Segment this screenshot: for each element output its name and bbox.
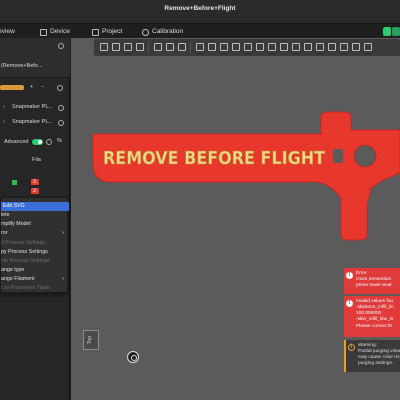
- device-icon: [40, 28, 47, 36]
- window-title: Remove+Before+Flight: [164, 5, 236, 12]
- error-icon: !: [346, 300, 353, 307]
- menu-item-label: ste Process Settings: [1, 258, 50, 264]
- view-cube-label: Top: [87, 335, 94, 345]
- gear-icon[interactable]: [57, 85, 63, 91]
- object-name[interactable]: (Remove+Befo...: [1, 63, 71, 69]
- menu-item-change-type[interactable]: ange type: [1, 266, 69, 275]
- menu-item-label: t as Parameter Table: [1, 285, 50, 291]
- remove-plate-button[interactable]: −: [41, 84, 49, 90]
- menu-item-label: ange type: [1, 267, 25, 273]
- tag-hole: [353, 144, 377, 168]
- menu-item-label: ror: [1, 230, 8, 236]
- menu-item-label: ange Filament: [1, 276, 35, 282]
- menu-item-change-filament[interactable]: ange Filament ›: [1, 275, 69, 284]
- warning-icon: !: [348, 344, 355, 351]
- tab-label: Calibration: [152, 28, 184, 35]
- submenu-arrow-icon: ›: [62, 276, 64, 282]
- menu-item-paste-process-settings[interactable]: ste Process Settings: [1, 257, 69, 266]
- error-icon: !: [346, 272, 353, 279]
- tag-slot: [333, 149, 343, 163]
- snapmaker-logo-icon: [127, 351, 139, 363]
- menu-item-edit-svg[interactable]: Edit SVG: [1, 202, 69, 211]
- menu-item-label: lete: [1, 212, 10, 218]
- gear-icon[interactable]: [58, 43, 64, 49]
- title-bar: Remove+Before+Flight: [0, 0, 400, 24]
- menu-item-add-process-settings[interactable]: d Process Settings: [1, 239, 69, 248]
- notification-line: purging settings.: [358, 361, 394, 366]
- tab-label: review: [0, 28, 15, 35]
- notification-warning-purging[interactable]: ! Warning: Partial purging volum may cau…: [344, 340, 400, 372]
- project-icon: [92, 28, 99, 36]
- notification-line: -skin_infill_line_w: [356, 317, 394, 322]
- main-tabs: review Device Project Calibration: [0, 26, 400, 38]
- chevron-right-icon: ›: [3, 119, 5, 125]
- model-body: [92, 111, 400, 241]
- slice-button[interactable]: [383, 27, 391, 36]
- chevron-right-icon: ›: [3, 104, 5, 110]
- plate-indicator: [12, 180, 17, 185]
- menu-item-label: mplify Model: [1, 221, 31, 227]
- menu-item-copy-process-settings[interactable]: py Process Settings: [1, 248, 69, 257]
- menu-item-export-parameter-table[interactable]: t as Parameter Table: [1, 284, 69, 293]
- tab-preview[interactable]: review: [0, 26, 15, 38]
- tab-device[interactable]: Device: [40, 26, 70, 38]
- notification-error-invalid-values[interactable]: ! Invalid values fou -skeleton_infill_li…: [344, 296, 400, 337]
- notification-line: Please correct th: [356, 324, 392, 329]
- filament-badge: [0, 85, 24, 90]
- printer-select-2[interactable]: Snapmaker PL...: [12, 119, 54, 125]
- notification-line: prime tower enal: [356, 283, 392, 288]
- advanced-label: Advanced: [4, 139, 29, 145]
- filament-column-header: Fila: [32, 157, 41, 163]
- calibration-icon: [142, 28, 149, 36]
- advanced-toggle[interactable]: [32, 139, 43, 145]
- view-cube[interactable]: Top: [83, 330, 99, 350]
- tab-label: Device: [50, 28, 70, 35]
- print-button[interactable]: [392, 27, 400, 36]
- menu-item-label: Edit SVG: [3, 203, 25, 209]
- filament-badge-number: 3: [33, 179, 36, 185]
- menu-item-label: py Process Settings: [1, 249, 48, 255]
- menu-item-mirror[interactable]: ror ›: [1, 229, 69, 238]
- tab-project[interactable]: Project: [92, 26, 122, 38]
- context-menu: Edit SVG lete mplify Model ror › d Proces…: [0, 197, 69, 293]
- search-icon[interactable]: [46, 139, 52, 145]
- menu-item-label: d Process Settings: [1, 240, 46, 246]
- submenu-arrow-icon: ›: [62, 230, 64, 236]
- printer-select-1[interactable]: Snapmaker PL...: [12, 104, 54, 110]
- filament-badge-number: 3: [33, 188, 36, 194]
- 3d-viewport[interactable]: REMOVE BEFORE FLIGHT Top ! Error Ooze pr…: [71, 38, 400, 400]
- menu-item-simplify-model[interactable]: mplify Model: [1, 220, 69, 229]
- edit-preset-icon[interactable]: [58, 105, 64, 111]
- edit-preset-icon[interactable]: [58, 120, 64, 126]
- tab-label: Project: [102, 28, 123, 35]
- menu-item-delete[interactable]: lete: [1, 211, 69, 220]
- tab-calibration[interactable]: Calibration: [142, 26, 183, 38]
- model-text: REMOVE BEFORE FLIGHT: [103, 149, 325, 169]
- add-plate-button[interactable]: +: [30, 84, 38, 90]
- percent-icon[interactable]: %: [57, 138, 65, 144]
- notification-error-ooze[interactable]: ! Error Ooze prevention prime tower enal: [344, 268, 400, 294]
